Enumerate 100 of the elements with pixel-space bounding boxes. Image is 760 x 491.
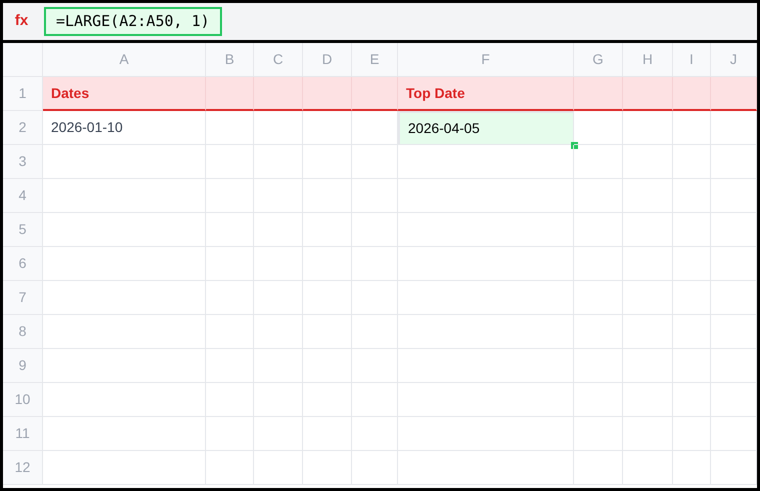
empty-cell[interactable] xyxy=(303,247,352,281)
empty-cell[interactable] xyxy=(398,349,574,383)
empty-cell[interactable] xyxy=(352,451,398,485)
empty-cell[interactable] xyxy=(303,315,352,349)
column-header[interactable]: F xyxy=(398,43,574,77)
empty-cell[interactable] xyxy=(398,417,574,451)
row-header[interactable]: 6 xyxy=(3,247,43,281)
empty-cell[interactable] xyxy=(254,417,303,451)
empty-cell[interactable] xyxy=(623,451,673,485)
empty-cell[interactable] xyxy=(254,145,303,179)
empty-cell[interactable] xyxy=(673,417,711,451)
empty-cell[interactable] xyxy=(623,417,673,451)
empty-cell[interactable] xyxy=(254,281,303,315)
empty-cell[interactable] xyxy=(398,247,574,281)
empty-cell[interactable] xyxy=(398,315,574,349)
empty-cell[interactable] xyxy=(206,247,254,281)
column-header[interactable]: B xyxy=(206,43,254,77)
empty-cell[interactable] xyxy=(352,315,398,349)
empty-cell[interactable] xyxy=(303,179,352,213)
empty-cell[interactable] xyxy=(673,383,711,417)
empty-cell[interactable] xyxy=(711,247,757,281)
empty-cell[interactable] xyxy=(673,213,711,247)
empty-cell[interactable] xyxy=(352,145,398,179)
empty-cell[interactable] xyxy=(398,451,574,485)
empty-cell[interactable] xyxy=(574,383,623,417)
empty-cell[interactable] xyxy=(303,281,352,315)
empty-cell[interactable] xyxy=(574,145,623,179)
empty-cell[interactable] xyxy=(574,247,623,281)
empty-cell[interactable] xyxy=(206,451,254,485)
empty-cell[interactable] xyxy=(673,111,711,145)
empty-cell[interactable] xyxy=(623,383,673,417)
empty-cell[interactable] xyxy=(254,315,303,349)
empty-cell[interactable] xyxy=(711,383,757,417)
empty-cell[interactable] xyxy=(574,417,623,451)
empty-cell[interactable] xyxy=(711,451,757,485)
empty-cell[interactable] xyxy=(254,383,303,417)
empty-cell[interactable] xyxy=(206,145,254,179)
empty-cell[interactable] xyxy=(254,179,303,213)
empty-cell[interactable] xyxy=(673,145,711,179)
column-header[interactable]: C xyxy=(254,43,303,77)
empty-cell[interactable] xyxy=(673,179,711,213)
empty-cell[interactable] xyxy=(673,281,711,315)
empty-cell[interactable] xyxy=(206,383,254,417)
empty-cell[interactable] xyxy=(398,383,574,417)
column-header[interactable]: J xyxy=(711,43,757,77)
empty-cell[interactable] xyxy=(352,179,398,213)
empty-cell[interactable] xyxy=(303,451,352,485)
empty-cell[interactable] xyxy=(711,315,757,349)
empty-cell[interactable] xyxy=(398,281,574,315)
row-header[interactable]: 12 xyxy=(3,451,43,485)
empty-cell[interactable] xyxy=(206,281,254,315)
empty-cell[interactable] xyxy=(673,315,711,349)
table-cell[interactable]: 2026-01-10 xyxy=(43,111,206,145)
row-header[interactable]: 9 xyxy=(3,349,43,383)
empty-cell[interactable] xyxy=(623,315,673,349)
empty-cell[interactable] xyxy=(673,349,711,383)
column-header[interactable]: D xyxy=(303,43,352,77)
empty-cell[interactable] xyxy=(673,451,711,485)
empty-cell[interactable] xyxy=(206,417,254,451)
formula-field[interactable]: =LARGE(A2:A50, 1) xyxy=(44,7,222,36)
row-header[interactable]: 8 xyxy=(3,315,43,349)
empty-cell[interactable] xyxy=(623,349,673,383)
empty-cell[interactable] xyxy=(206,111,254,145)
empty-cell[interactable] xyxy=(574,281,623,315)
empty-cell[interactable] xyxy=(206,349,254,383)
empty-cell[interactable] xyxy=(352,247,398,281)
empty-cell[interactable] xyxy=(711,145,757,179)
empty-cell[interactable] xyxy=(254,213,303,247)
empty-cell[interactable] xyxy=(623,179,673,213)
empty-cell[interactable] xyxy=(623,213,673,247)
empty-cell[interactable] xyxy=(254,349,303,383)
empty-cell[interactable] xyxy=(574,179,623,213)
column-header[interactable]: E xyxy=(352,43,398,77)
empty-cell[interactable] xyxy=(711,179,757,213)
empty-cell[interactable] xyxy=(398,179,574,213)
table-cell[interactable]: Dates xyxy=(43,77,206,111)
empty-cell[interactable] xyxy=(623,281,673,315)
empty-cell[interactable] xyxy=(623,145,673,179)
row-header[interactable]: 4 xyxy=(3,179,43,213)
empty-cell[interactable] xyxy=(352,213,398,247)
row-header[interactable]: 3 xyxy=(3,145,43,179)
empty-cell[interactable] xyxy=(352,383,398,417)
empty-cell[interactable] xyxy=(673,247,711,281)
column-header[interactable]: A xyxy=(43,43,206,77)
empty-cell[interactable] xyxy=(711,281,757,315)
empty-cell[interactable] xyxy=(623,111,673,145)
empty-cell[interactable] xyxy=(574,315,623,349)
empty-cell[interactable] xyxy=(303,145,352,179)
table-cell[interactable]: Top Date xyxy=(398,77,574,111)
empty-cell[interactable] xyxy=(303,111,352,145)
empty-cell[interactable] xyxy=(711,213,757,247)
row-header[interactable]: 2 xyxy=(3,111,43,145)
empty-cell[interactable] xyxy=(711,111,757,145)
empty-cell[interactable] xyxy=(711,417,757,451)
empty-cell[interactable] xyxy=(206,315,254,349)
empty-cell[interactable] xyxy=(303,383,352,417)
row-header[interactable]: 1 xyxy=(3,77,43,111)
empty-cell[interactable] xyxy=(303,417,352,451)
row-header[interactable]: 10 xyxy=(3,383,43,417)
column-header[interactable]: H xyxy=(623,43,673,77)
